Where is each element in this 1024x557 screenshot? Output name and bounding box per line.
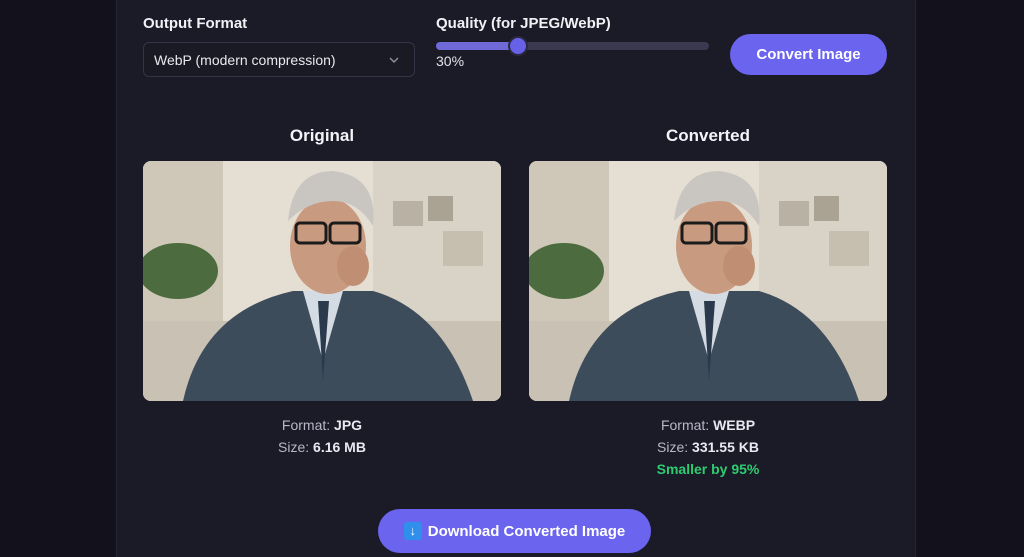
- down-arrow-icon: ↓: [403, 522, 422, 540]
- quality-slider-thumb[interactable]: [509, 38, 526, 54]
- output-format-label: Output Format: [143, 15, 248, 32]
- original-title: Original: [289, 126, 355, 145]
- converted-title: Converted: [665, 126, 751, 145]
- converted-format-line: Format: WEBP: [660, 417, 756, 433]
- size-reduction-note: Smaller by 95%: [656, 461, 760, 477]
- converted-size: 331.55 KB: [692, 439, 759, 455]
- original-size: 6.16 MB: [313, 439, 366, 455]
- quality-label: Quality (for JPEG/WebP): [436, 15, 611, 32]
- original-size-line: Size: 6.16 MB: [278, 439, 366, 455]
- download-label: Download Converted Image: [427, 522, 626, 540]
- download-converted-button[interactable]: ↓ Download Converted Image: [378, 509, 651, 553]
- quality-slider-fill: [436, 42, 518, 50]
- quality-slider[interactable]: [436, 38, 709, 54]
- portrait-photo: [529, 161, 887, 401]
- output-format-select[interactable]: WebP (modern compression): [143, 42, 415, 77]
- output-format-value: WebP (modern compression): [154, 51, 336, 68]
- original-format: JPG: [334, 417, 363, 433]
- converted-image: [529, 161, 887, 401]
- portrait-photo: [143, 161, 501, 401]
- original-format-line: Format: JPG: [281, 417, 363, 433]
- original-image: [143, 161, 501, 401]
- chevron-down-icon: [389, 57, 399, 64]
- converted-format: WEBP: [713, 417, 756, 433]
- converted-size-line: Size: 331.55 KB: [657, 439, 759, 455]
- quality-value: 30%: [436, 53, 465, 69]
- convert-image-button[interactable]: Convert Image: [730, 34, 887, 75]
